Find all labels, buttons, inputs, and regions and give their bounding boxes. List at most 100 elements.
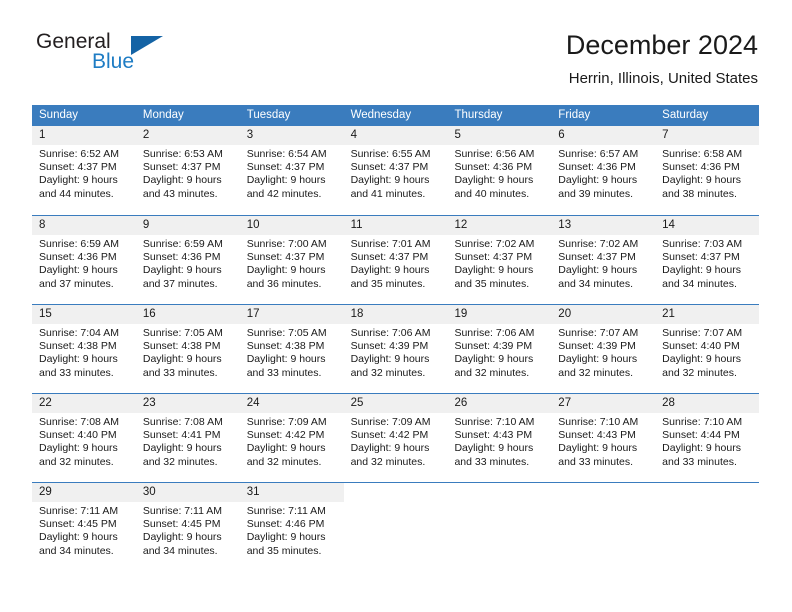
day-number-band: 28 xyxy=(655,394,760,413)
day-number-band: 25 xyxy=(343,394,448,413)
day-detail-line: and 35 minutes. xyxy=(246,544,322,557)
day-number-band: 17 xyxy=(239,305,344,324)
calendar-weeks: 1 Sunrise: 6:52 AM Sunset: 4:37 PM Daylight… xyxy=(32,126,760,571)
day-number-band: 6 xyxy=(551,126,656,145)
calendar-day-cell[interactable]: 1 Sunrise: 6:52 AM Sunset: 4:37 PM Daylight… xyxy=(32,126,136,215)
weekday-header-tuesday: Tuesday xyxy=(246,109,291,121)
weekday-header-saturday: Saturday xyxy=(662,109,709,121)
day-number-band: 12 xyxy=(447,216,552,235)
day-detail-line: Sunrise: 6:59 AM xyxy=(142,238,223,250)
day-number-band: 21 xyxy=(655,305,760,324)
day-detail-line: Sunset: 4:41 PM xyxy=(142,429,221,442)
day-detail-line: Daylight: 9 hours xyxy=(454,353,534,366)
day-detail-line: Sunrise: 7:07 AM xyxy=(662,327,743,339)
day-detail-line: Sunset: 4:37 PM xyxy=(39,161,117,174)
brand-logo[interactable]: General Blue xyxy=(34,28,244,84)
day-detail-line: Sunrise: 7:02 AM xyxy=(558,238,639,250)
calendar-day-cell[interactable]: 11 Sunrise: 7:01 AM Sunset: 4:37 PM Dayligh… xyxy=(343,216,448,304)
calendar-week-row: 15 Sunrise: 7:04 AM Sunset: 4:38 PM Dayligh… xyxy=(32,304,760,393)
triangle-logo-icon xyxy=(131,36,163,55)
calendar-day-cell[interactable]: 31 Sunrise: 7:11 AM Sunset: 4:46 PM Dayligh… xyxy=(239,483,344,571)
day-detail-line: Daylight: 9 hours xyxy=(39,353,118,366)
calendar-day-cell[interactable]: 10 Sunrise: 7:00 AM Sunset: 4:37 PM Dayligh… xyxy=(239,216,344,304)
day-details: Sunrise: 7:08 AM Sunset: 4:40 PM Daylight:… xyxy=(32,413,136,469)
calendar-day-cell[interactable]: 3 Sunrise: 6:54 AM Sunset: 4:37 PM Daylight… xyxy=(239,126,344,215)
day-number: 3 xyxy=(246,129,254,141)
day-detail-line: Daylight: 9 hours xyxy=(350,174,430,187)
day-details: Sunrise: 7:07 AM Sunset: 4:40 PM Daylight:… xyxy=(655,324,759,380)
location-subtitle: Herrin, Illinois, United States xyxy=(568,70,758,87)
title-block: December 2024 Herrin, Illinois, United S… xyxy=(566,28,758,90)
day-detail-line: Sunrise: 7:11 AM xyxy=(142,505,223,517)
day-number: 12 xyxy=(454,219,468,231)
day-detail-line: Sunset: 4:46 PM xyxy=(246,518,325,531)
calendar-day-cell[interactable]: 27 Sunrise: 7:10 AM Sunset: 4:43 PM Dayligh… xyxy=(551,394,656,482)
day-detail-line: Sunset: 4:37 PM xyxy=(350,251,429,264)
calendar-day-cell[interactable]: 15 Sunrise: 7:04 AM Sunset: 4:38 PM Dayligh… xyxy=(32,305,136,393)
day-details: Sunrise: 7:10 AM Sunset: 4:43 PM Daylight:… xyxy=(447,413,551,469)
day-detail-line: and 33 minutes. xyxy=(454,455,530,468)
calendar-day-cell[interactable]: 6 Sunrise: 6:57 AM Sunset: 4:36 PM Daylight… xyxy=(551,126,656,215)
day-detail-line: Daylight: 9 hours xyxy=(454,442,534,455)
day-detail-line: and 34 minutes. xyxy=(662,277,737,290)
day-number: 7 xyxy=(662,129,669,141)
day-details: Sunrise: 7:02 AM Sunset: 4:37 PM Daylight:… xyxy=(447,235,551,291)
day-detail-line: and 32 minutes. xyxy=(142,455,218,468)
calendar-day-cell[interactable]: 2 Sunrise: 6:53 AM Sunset: 4:37 PM Daylight… xyxy=(135,126,240,215)
day-number-band: 18 xyxy=(343,305,448,324)
calendar-day-cell[interactable]: 20 Sunrise: 7:07 AM Sunset: 4:39 PM Dayligh… xyxy=(551,305,656,393)
calendar-day-cell[interactable]: 26 Sunrise: 7:10 AM Sunset: 4:43 PM Dayligh… xyxy=(447,394,552,482)
day-number: 2 xyxy=(142,129,150,141)
day-number: 24 xyxy=(246,397,260,409)
day-detail-line: Daylight: 9 hours xyxy=(350,353,430,366)
calendar-day-cell[interactable]: 14 Sunrise: 7:03 AM Sunset: 4:37 PM Dayligh… xyxy=(655,216,760,304)
calendar-day-cell[interactable]: 5 Sunrise: 6:56 AM Sunset: 4:36 PM Daylight… xyxy=(447,126,552,215)
day-detail-line: Sunset: 4:36 PM xyxy=(39,251,117,264)
day-details: Sunrise: 6:52 AM Sunset: 4:37 PM Daylight:… xyxy=(32,145,136,201)
day-detail-line: Sunrise: 7:01 AM xyxy=(350,238,431,250)
calendar-day-cell[interactable]: 23 Sunrise: 7:08 AM Sunset: 4:41 PM Dayligh… xyxy=(135,394,240,482)
day-detail-line: Sunrise: 7:05 AM xyxy=(246,327,327,339)
calendar-day-cell[interactable]: 19 Sunrise: 7:06 AM Sunset: 4:39 PM Dayligh… xyxy=(447,305,552,393)
day-number: 31 xyxy=(246,486,260,498)
calendar-day-cell[interactable]: 9 Sunrise: 6:59 AM Sunset: 4:36 PM Daylight… xyxy=(135,216,240,304)
calendar-day-cell[interactable]: 16 Sunrise: 7:05 AM Sunset: 4:38 PM Dayligh… xyxy=(135,305,240,393)
day-details: Sunrise: 7:05 AM Sunset: 4:38 PM Daylight:… xyxy=(240,324,344,380)
day-detail-line: Sunrise: 7:03 AM xyxy=(662,238,743,250)
calendar-day-cell[interactable]: 22 Sunrise: 7:08 AM Sunset: 4:40 PM Dayligh… xyxy=(32,394,136,482)
calendar-day-cell[interactable]: 8 Sunrise: 6:59 AM Sunset: 4:36 PM Daylight… xyxy=(32,216,136,304)
day-number-band xyxy=(655,483,760,502)
day-details: Sunrise: 7:09 AM Sunset: 4:42 PM Daylight:… xyxy=(240,413,344,469)
day-detail-line: Sunset: 4:37 PM xyxy=(558,251,636,264)
day-detail-line: Sunrise: 7:00 AM xyxy=(246,238,327,250)
day-detail-line: Daylight: 9 hours xyxy=(662,264,741,277)
day-detail-line: Sunrise: 6:59 AM xyxy=(39,238,119,250)
day-detail-line: Sunrise: 6:55 AM xyxy=(350,148,431,160)
calendar-day-cell[interactable]: 18 Sunrise: 7:06 AM Sunset: 4:39 PM Dayligh… xyxy=(343,305,448,393)
day-number: 5 xyxy=(454,129,461,141)
calendar-day-cell[interactable]: 13 Sunrise: 7:02 AM Sunset: 4:37 PM Dayligh… xyxy=(551,216,656,304)
calendar-day-cell[interactable]: 4 Sunrise: 6:55 AM Sunset: 4:37 PM Daylight… xyxy=(343,126,448,215)
day-detail-line: Daylight: 9 hours xyxy=(142,442,222,455)
calendar-day-cell[interactable]: 7 Sunrise: 6:58 AM Sunset: 4:36 PM Daylight… xyxy=(655,126,760,215)
calendar-week-row: 22 Sunrise: 7:08 AM Sunset: 4:40 PM Dayligh… xyxy=(32,393,760,482)
day-number: 17 xyxy=(246,308,260,320)
calendar-day-cell[interactable]: 17 Sunrise: 7:05 AM Sunset: 4:38 PM Dayligh… xyxy=(239,305,344,393)
day-details: Sunrise: 7:04 AM Sunset: 4:38 PM Daylight:… xyxy=(32,324,136,380)
calendar-day-cell[interactable]: 12 Sunrise: 7:02 AM Sunset: 4:37 PM Dayligh… xyxy=(447,216,552,304)
calendar-day-cell[interactable]: 25 Sunrise: 7:09 AM Sunset: 4:42 PM Dayligh… xyxy=(343,394,448,482)
calendar-day-cell[interactable]: 29 Sunrise: 7:11 AM Sunset: 4:45 PM Dayligh… xyxy=(32,483,136,571)
calendar-day-cell[interactable]: 24 Sunrise: 7:09 AM Sunset: 4:42 PM Dayligh… xyxy=(239,394,344,482)
day-details: Sunrise: 6:59 AM Sunset: 4:36 PM Daylight:… xyxy=(136,235,240,291)
day-detail-line: Sunset: 4:39 PM xyxy=(454,340,533,353)
day-detail-line: Daylight: 9 hours xyxy=(558,264,638,277)
calendar-day-cell[interactable]: 21 Sunrise: 7:07 AM Sunset: 4:40 PM Dayligh… xyxy=(655,305,760,393)
day-detail-line: and 33 minutes. xyxy=(246,366,322,379)
day-detail-line: and 32 minutes. xyxy=(558,366,634,379)
day-details: Sunrise: 7:01 AM Sunset: 4:37 PM Daylight:… xyxy=(344,235,448,291)
day-number-band: 26 xyxy=(447,394,552,413)
day-detail-line: and 34 minutes. xyxy=(142,544,218,557)
calendar-day-cell[interactable]: 30 Sunrise: 7:11 AM Sunset: 4:45 PM Dayligh… xyxy=(135,483,240,571)
day-number: 14 xyxy=(662,219,675,231)
calendar-day-cell[interactable]: 28 Sunrise: 7:10 AM Sunset: 4:44 PM Dayligh… xyxy=(655,394,760,482)
